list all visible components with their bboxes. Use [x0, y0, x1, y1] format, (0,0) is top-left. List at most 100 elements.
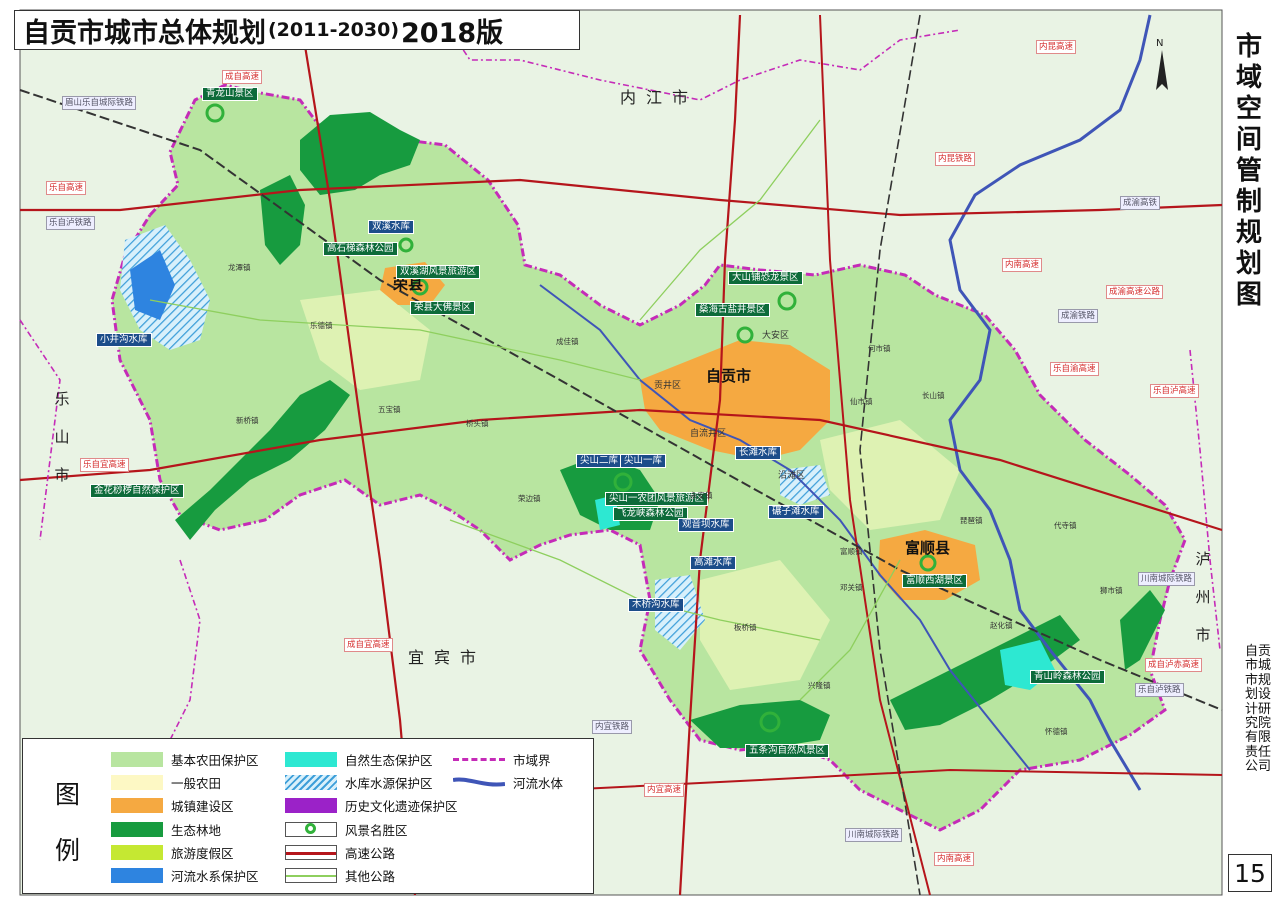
page-number: 15: [1228, 854, 1272, 892]
town-label: 成佳镇: [556, 336, 579, 348]
rail-label: 内宜铁路: [592, 720, 632, 734]
legend-item-general-farmland: 一般农田: [111, 773, 221, 792]
legend-item-basic-farmland: 基本农田保护区: [111, 750, 259, 769]
road-label: 乐自泸高速: [1150, 384, 1199, 398]
legend-item-expressway: 高速公路: [285, 843, 395, 862]
organization: 自贡市城市规划设计研究院有限责任公司: [1244, 645, 1272, 775]
legend: 图 例 基本农田保护区 一般农田 城镇建设区 生态林地 旅游度假区 河流水系保护…: [22, 738, 594, 894]
road-label: 内昆铁路: [935, 152, 975, 166]
town-label: 龙潭镇: [228, 262, 251, 274]
legend-swatch: [111, 798, 163, 813]
rail-label: 乐自泸铁路: [46, 216, 95, 230]
reservoir-label: 观音坝水库: [678, 518, 734, 532]
legend-swatch: [111, 822, 163, 837]
city-label-yibin: 宜宾市: [408, 652, 486, 664]
title-version: 2018版: [401, 11, 503, 50]
city-label-leshan: 乐山市: [54, 380, 70, 500]
road-label: 成渝高速公路: [1106, 285, 1163, 299]
road-label: 乐自高速: [46, 181, 86, 195]
town-label: 长山镇: [922, 390, 945, 402]
legend-heading-1: 图: [55, 775, 85, 811]
rail-label: 成渝高铁: [1120, 196, 1160, 210]
town-label: 代寺镇: [1054, 520, 1077, 532]
reservoir-label: 碾子滩水库: [768, 505, 824, 519]
scenic-label: 大山铺恐龙景区: [728, 271, 803, 285]
rail-label: 川南城际铁路: [1138, 572, 1195, 586]
county-label-rongxian: 荣县: [393, 278, 423, 290]
town-label: 桥头镇: [466, 418, 489, 430]
road-label: 成自高速: [222, 70, 262, 84]
road-label: 成自宜高速: [344, 638, 393, 652]
scenic-label: 青山岭森林公园: [1030, 670, 1105, 684]
town-label: 乐德镇: [310, 320, 333, 332]
town-label: 赵化镇: [990, 620, 1013, 632]
scenic-label: 荣县大佛景区: [410, 301, 475, 315]
legend-item-forest: 生态林地: [111, 820, 221, 839]
town-label: 板桥镇: [734, 622, 757, 634]
road-label: 乐自渝高速: [1050, 362, 1099, 376]
legend-item-urban: 城镇建设区: [111, 796, 234, 815]
scenic-label: 飞龙峡森林公园: [613, 507, 688, 521]
town-label: 邓关镇: [840, 582, 863, 594]
reservoir-label: 木桥沟水库: [628, 598, 684, 612]
legend-item-boundary: 市域界: [453, 750, 551, 769]
reservoir-label: 小井沟水库: [96, 333, 152, 347]
legend-item-river-protection: 河流水系保护区: [111, 866, 259, 885]
town-label: 新桥镇: [236, 415, 259, 427]
road-label: 内宜高速: [644, 783, 684, 797]
title-years: (2011-2030): [268, 19, 399, 41]
legend-item-other-road: 其他公路: [285, 866, 395, 885]
road-label: 乐自宜高速: [80, 458, 129, 472]
town-label: 五宝镇: [378, 404, 401, 416]
rail-label: 成渝铁路: [1058, 309, 1098, 323]
reservoir-label: 双溪水库: [368, 220, 414, 234]
town-label: 何市镇: [868, 343, 891, 355]
rail-label: 川南城际铁路: [845, 828, 902, 842]
legend-swatch: [285, 845, 337, 860]
district-label: 自流井区: [690, 428, 726, 440]
rail-label: 乐自泸铁路: [1135, 683, 1184, 697]
north-label: N: [1156, 38, 1163, 50]
legend-heading-2: 例: [55, 831, 85, 867]
legend-item-river: 河流水体: [453, 773, 563, 792]
scenic-ring-icon: [285, 822, 337, 837]
town-label: 永安镇: [690, 490, 713, 502]
county-label-fushun: 富顺县: [905, 542, 950, 554]
city-label-neijiang: 内江市: [620, 92, 698, 104]
reservoir-label: 长滩水库: [735, 446, 781, 460]
town-label: 仙市镇: [850, 396, 873, 408]
scenic-label: 青龙山景区: [202, 87, 258, 101]
scenic-label: 双溪湖风景旅游区: [396, 265, 480, 279]
town-label: 狮市镇: [1100, 585, 1123, 597]
legend-item-scenic: 风景名胜区: [285, 820, 408, 839]
scenic-label: 富顺西湖景区: [902, 574, 967, 588]
side-title: 市域空间管制规划图: [1228, 32, 1270, 311]
legend-swatch: [111, 868, 163, 883]
town-label: 荣边镇: [518, 493, 541, 505]
reservoir-label: 高滩水库: [690, 556, 736, 570]
town-label: 怀德镇: [1045, 726, 1068, 738]
town-label: 兴隆镇: [808, 680, 831, 692]
map-title: 自贡市城市总体规划 (2011-2030) 2018版: [14, 10, 580, 50]
town-label: 富顺镇: [840, 546, 863, 558]
legend-item-resort: 旅游度假区: [111, 843, 234, 862]
district-label: 大安区: [762, 330, 789, 342]
boundary-line-icon: [453, 752, 505, 767]
legend-swatch: [285, 798, 337, 813]
town-label: 琵琶镇: [960, 515, 983, 527]
legend-item-reservoir-protection: 水库水源保护区: [285, 773, 433, 792]
title-main: 自贡市城市总体规划: [23, 11, 266, 50]
legend-swatch: [111, 845, 163, 860]
scenic-label: 燊海古盐井景区: [695, 303, 770, 317]
scenic-label: 高石梯森林公园: [323, 242, 398, 256]
legend-swatch: [111, 775, 163, 790]
river-line-icon: [453, 775, 505, 790]
legend-swatch: [285, 752, 337, 767]
road-label: 内南高速: [1002, 258, 1042, 272]
legend-item-nature-reserve: 自然生态保护区: [285, 750, 433, 769]
city-label-zigong: 自贡市: [706, 370, 751, 382]
district-label: 沿滩区: [778, 470, 805, 482]
reservoir-label: 尖山一库: [620, 454, 666, 468]
district-label: 贡井区: [654, 380, 681, 392]
reservoir-label: 尖山二库: [576, 454, 622, 468]
